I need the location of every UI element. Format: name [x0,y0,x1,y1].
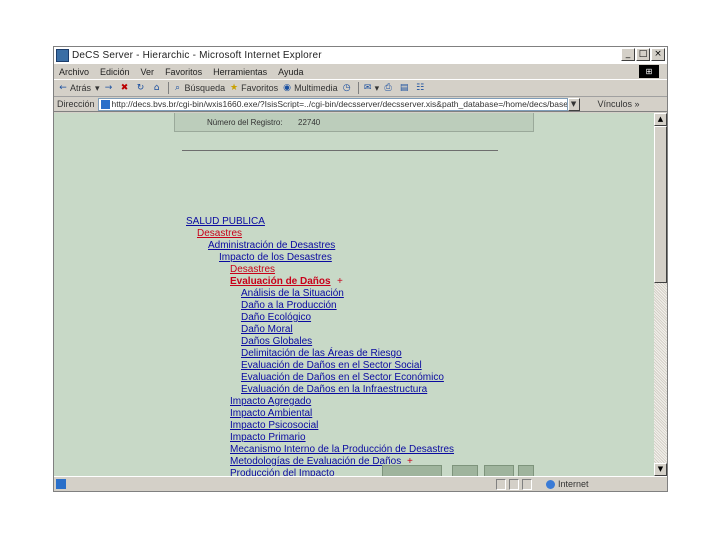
tree-item[interactable]: Producción del Impacto [230,468,335,476]
toolbar-separator [357,82,359,94]
mail-button[interactable]: ✉ ▾ [363,83,379,94]
address-label: Dirección [57,99,95,109]
forward-button[interactable]: → [104,83,116,93]
edit-icon: ▤ [399,83,409,93]
print-icon: ⎙ [384,83,392,93]
form-button[interactable] [484,465,514,476]
record-box: Número del Registro: 22740 [174,113,534,132]
discuss-icon: ☷ [416,83,425,93]
tree-item[interactable]: Desastres [230,264,275,275]
toolbar-separator [167,82,169,94]
back-button[interactable]: ← Atrás [58,83,91,93]
toolbar: ← Atrás ▾ → ✖ ↻ ⌂ ⌕ Búsqueda ★ Favoritos ◉ M… [54,80,667,97]
refresh-button[interactable]: ↻ [136,83,148,93]
window-title: DeCS Server - Hierarchic - Microsoft Int… [72,50,322,61]
tree-item[interactable]: Impacto Agregado [230,396,311,407]
status-panel [522,479,532,490]
menu-ayuda[interactable]: Ayuda [278,67,303,77]
tree-item[interactable]: Evaluación de Daños en el Sector Económi… [241,372,444,383]
print-button[interactable]: ⎙ [383,83,395,93]
back-arrow-icon: ← [59,83,67,93]
form-button[interactable] [518,465,534,476]
menu-edicion[interactable]: Edición [100,67,130,77]
tree-item[interactable]: Evaluación de Daños en la Infraestructur… [241,384,427,395]
tree-item[interactable]: Daño Moral [241,324,293,335]
history-button[interactable]: ◷ [342,83,354,93]
minimize-button[interactable]: _ [621,48,635,61]
page-status-icon [56,479,66,489]
menu-archivo[interactable]: Archivo [59,67,89,77]
expand-marker-icon[interactable]: + [337,276,343,287]
tree-item[interactable]: Evaluación de Daños [230,276,331,287]
search-icon: ⌕ [175,83,181,93]
discuss-button[interactable]: ☷ [415,83,427,93]
page-icon [100,99,110,109]
address-bar: Dirección http://decs.bvs.br/cgi-bin/wxi… [54,97,667,112]
refresh-icon: ↻ [136,83,145,93]
tree-item[interactable]: Delimitación de las Áreas de Riesgo [241,348,402,359]
scroll-up-button[interactable]: ▲ [654,113,667,126]
mail-icon: ✉ [363,83,372,93]
back-dropdown-icon[interactable]: ▾ [95,83,100,94]
address-dropdown-button[interactable]: ▼ [567,97,580,111]
browser-window: DeCS Server - Hierarchic - Microsoft Int… [53,46,668,492]
page-content: Número del Registro: 22740 SALUD PUBLICA… [54,113,654,476]
stop-button[interactable]: ✖ [120,83,132,93]
form-button[interactable] [382,465,442,476]
address-url: http://decs.bvs.br/cgi-bin/wxis1660.exe/… [111,99,568,109]
multimedia-icon: ◉ [283,83,292,93]
ie-icon [56,49,69,62]
status-panel [509,479,519,490]
tree-item[interactable]: Daño a la Producción [241,300,337,311]
window-controls: _ □ × [621,48,665,61]
favorites-button[interactable]: ★ Favoritos [229,83,278,93]
menu-bar: Archivo Edición Ver Favoritos Herramient… [54,64,667,80]
menu-favoritos[interactable]: Favoritos [165,67,202,77]
tree-item[interactable]: SALUD PUBLICA [186,216,265,227]
forward-arrow-icon: → [104,83,113,93]
tree-item[interactable]: Análisis de la Situación [241,288,344,299]
home-button[interactable]: ⌂ [152,83,164,93]
status-bar: Internet [54,476,667,491]
tree-item[interactable]: Evaluación de Daños en el Sector Social [241,360,422,371]
menu-herramientas[interactable]: Herramientas [213,67,267,77]
home-icon: ⌂ [153,83,160,93]
tree-item[interactable]: Impacto Psicosocial [230,420,318,431]
search-button[interactable]: ⌕ Búsqueda [173,83,225,93]
maximize-button[interactable]: □ [636,48,650,61]
title-bar: DeCS Server - Hierarchic - Microsoft Int… [54,47,667,64]
scroll-down-button[interactable]: ▼ [654,463,667,476]
internet-globe-icon [546,479,555,489]
tree-item[interactable]: Daño Ecológico [241,312,311,323]
links-button[interactable]: Vínculos » [598,99,640,109]
tree-item[interactable]: Impacto de los Desastres [219,252,332,263]
tree-item[interactable]: Administración de Desastres [208,240,335,251]
divider [182,150,498,151]
security-zone: Internet [546,479,589,489]
favorites-star-icon: ★ [230,83,239,93]
windows-logo-icon: ⊞ [639,65,659,78]
address-input[interactable]: http://decs.bvs.br/cgi-bin/wxis1660.exe/… [97,97,568,111]
record-value: 22740 [298,118,321,127]
edit-button[interactable]: ▤ [399,83,411,93]
tree-item[interactable]: Daños Globales [241,336,312,347]
tree-item[interactable]: Metodologías de Evaluación de Daños [230,456,401,467]
tree-item[interactable]: Impacto Ambiental [230,408,312,419]
multimedia-button[interactable]: ◉ Multimedia [282,83,337,93]
menu-ver[interactable]: Ver [141,67,155,77]
tree-item[interactable]: Mecanismo Interno de la Producción de De… [230,444,454,455]
zone-label: Internet [558,479,589,489]
scroll-thumb[interactable] [654,126,667,283]
form-button[interactable] [452,465,478,476]
vertical-scrollbar[interactable]: ▲ ▼ [654,113,667,476]
tree-item[interactable]: Impacto Primario [230,432,306,443]
stop-icon: ✖ [120,83,129,93]
tree-item[interactable]: Desastres [197,228,242,239]
status-panel [496,479,506,490]
close-button[interactable]: × [651,48,665,61]
history-icon: ◷ [342,83,351,93]
record-label: Número del Registro: [207,118,283,127]
scroll-track[interactable] [654,283,667,463]
